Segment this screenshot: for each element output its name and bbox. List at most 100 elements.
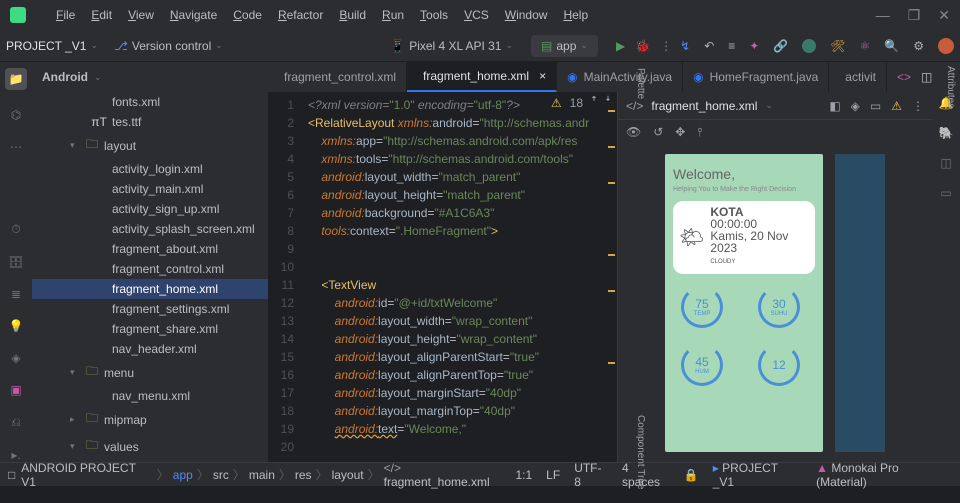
view-mode-icon[interactable]: ◧ — [829, 99, 840, 113]
tree-item-fonts-xml[interactable]: fonts.xml — [32, 92, 268, 112]
diamond-icon[interactable]: ◈ — [11, 351, 20, 365]
warning-icon[interactable]: ⚠ — [551, 96, 562, 110]
tree-item-activity-sign-up-xml[interactable]: activity_sign_up.xml — [32, 199, 268, 219]
tree-item-nav-menu-xml[interactable]: nav_menu.xml — [32, 386, 268, 406]
ai-icon[interactable]: ✦ — [749, 39, 759, 53]
code-editor[interactable]: 1234567891011121314151617181920 <?xml ve… — [268, 92, 617, 462]
split-view-icon[interactable]: ◫ — [921, 70, 932, 84]
tree-item-fragment-about-xml[interactable]: fragment_about.xml — [32, 239, 268, 259]
git-icon[interactable]: ⎌ — [11, 415, 21, 430]
format-icon[interactable]: ≡ — [728, 39, 735, 53]
tab-fragment-control-xml[interactable]: fragment_control.xml — [268, 62, 407, 92]
menu-code[interactable]: Code — [233, 8, 262, 22]
device-icon[interactable]: ▭ — [870, 99, 881, 113]
more-tool-icon[interactable]: ⋯ — [10, 140, 22, 154]
link-icon[interactable]: 🔗 — [773, 39, 788, 53]
menu-vcs[interactable]: VCS — [464, 8, 489, 22]
minimize-icon[interactable]: — — [876, 7, 890, 24]
menu-view[interactable]: View — [128, 8, 154, 22]
tab-activit[interactable]: activit — [829, 62, 887, 92]
layout-inspector-icon[interactable]: ◫ — [940, 156, 951, 170]
close-icon[interactable]: ✕ — [938, 7, 950, 24]
tree-item-fragment-share-xml[interactable]: fragment_share.xml — [32, 319, 268, 339]
undo-icon[interactable]: ↶ — [704, 39, 714, 53]
readonly-icon[interactable]: 🔒 — [684, 468, 699, 482]
more-button[interactable]: ⋮ — [660, 39, 672, 53]
device-manager-icon[interactable]: ▭ — [940, 186, 951, 200]
menu-navigate[interactable]: Navigate — [170, 8, 217, 22]
tab-MainActivity-java[interactable]: ◉MainActivity.java — [557, 62, 683, 92]
settings-icon[interactable]: ⚙ — [913, 39, 924, 53]
magnet-icon[interactable]: ⫯ — [697, 125, 702, 140]
tree-item-fragment-settings-xml[interactable]: fragment_settings.xml — [32, 299, 268, 319]
tree-item-values[interactable]: ▾🗀values — [32, 433, 268, 460]
pan-icon[interactable]: ✥ — [675, 125, 685, 139]
menu-edit[interactable]: Edit — [91, 8, 112, 22]
caret-pos[interactable]: 1:1 — [515, 468, 532, 482]
structure-tool-icon[interactable]: ⌬ — [11, 108, 21, 122]
speed-icon[interactable]: ⏱ — [11, 222, 20, 237]
atom-icon[interactable]: ⚛ — [860, 39, 871, 53]
prev-highlight-icon[interactable]: ꜛ — [591, 96, 597, 110]
eye-icon[interactable]: 👁 — [626, 125, 641, 139]
tree-item-fragment-home-xml[interactable]: fragment_home.xml — [32, 279, 268, 299]
tree-item-activity-main-xml[interactable]: activity_main.xml — [32, 179, 268, 199]
attributes-tab[interactable]: Attributes — [945, 66, 956, 108]
tree-item-layout[interactable]: ▾🗀layout — [32, 132, 268, 159]
status-project[interactable]: ▸ PROJECT _V1 — [713, 461, 802, 489]
breadcrumb[interactable]: ANDROID PROJECT V1〉app〉src〉main〉res〉layo… — [21, 461, 509, 489]
device-render[interactable]: Welcome, Helping You to Make the Right D… — [665, 154, 823, 452]
emulator-icon[interactable]: 🐘 — [939, 126, 954, 140]
run-button[interactable]: ▶ — [616, 39, 625, 53]
layers-icon[interactable]: ≣ — [11, 287, 21, 301]
db-icon[interactable]: 🗄 — [8, 255, 23, 269]
user-avatar[interactable] — [938, 38, 954, 54]
avatar-icon[interactable] — [802, 39, 816, 53]
encoding[interactable]: UTF-8 — [574, 461, 608, 489]
project-selector[interactable]: PROJECT _V1⌄ — [6, 39, 98, 53]
line-ending[interactable]: LF — [546, 468, 560, 482]
code-view-icon[interactable]: <> — [897, 70, 911, 84]
sync-icon[interactable]: ↯ — [680, 39, 690, 53]
terminal-icon[interactable]: ▸. — [11, 448, 20, 462]
search-icon[interactable]: 🔍 — [884, 39, 899, 53]
vcs-widget[interactable]: ⎇Version control⌄ — [114, 39, 223, 53]
refresh-icon[interactable]: ↺ — [653, 125, 663, 139]
tree-item-fragment-control-xml[interactable]: fragment_control.xml — [32, 259, 268, 279]
preview-more-icon[interactable]: ⋮ — [912, 99, 924, 113]
menu-build[interactable]: Build — [339, 8, 366, 22]
tree-item-activity-login-xml[interactable]: activity_login.xml — [32, 159, 268, 179]
box-icon[interactable]: ▣ — [10, 383, 21, 397]
blueprint-render[interactable] — [835, 154, 885, 452]
next-highlight-icon[interactable]: ꜜ — [605, 96, 611, 110]
preview-warn-icon[interactable]: ⚠ — [891, 99, 902, 113]
menu-file[interactable]: File — [56, 8, 75, 22]
tab-HomeFragment-java[interactable]: ◉HomeFragment.java — [683, 62, 829, 92]
tree-item-nav-header-xml[interactable]: nav_header.xml — [32, 339, 268, 359]
run-config[interactable]: ▤app⌄ — [531, 35, 598, 57]
debug-button[interactable]: 🐞 — [635, 39, 650, 53]
menu-run[interactable]: Run — [382, 8, 404, 22]
tree-item-tes-ttf[interactable]: πTtes.ttf — [32, 112, 268, 132]
tools-icon[interactable]: 🛠 — [830, 39, 845, 53]
bulb-icon[interactable]: 💡 — [9, 319, 24, 333]
tree-title[interactable]: Android — [42, 70, 88, 84]
menu-window[interactable]: Window — [505, 8, 548, 22]
theme[interactable]: ▲ Monokai Pro (Material) — [816, 461, 952, 489]
close-tab-icon[interactable]: × — [539, 69, 546, 83]
device-selector[interactable]: 📱Pixel 4 XL API 31⌄ — [390, 39, 513, 53]
tree-item-mipmap[interactable]: ▸🗀mipmap — [32, 406, 268, 433]
tree-item-activity-splash-screen-xml[interactable]: activity_splash_screen.xml — [32, 219, 268, 239]
nav-bar-icon[interactable]: □ — [8, 468, 15, 482]
menu-refactor[interactable]: Refactor — [278, 8, 323, 22]
layers-icon[interactable]: ◈ — [851, 99, 860, 113]
menu-tools[interactable]: Tools — [420, 8, 448, 22]
project-tool-icon[interactable]: 📁 — [5, 68, 28, 90]
tree-item-menu[interactable]: ▾🗀menu — [32, 359, 268, 386]
palette-tab[interactable]: Palette — [635, 68, 646, 99]
preview-file[interactable]: fragment_home.xml — [651, 99, 757, 113]
menu-help[interactable]: Help — [563, 8, 588, 22]
component-tree-tab[interactable]: Component Tree — [635, 415, 646, 490]
tab-fragment-home-xml[interactable]: fragment_home.xml× — [407, 62, 557, 92]
restore-icon[interactable]: ❐ — [908, 7, 921, 24]
